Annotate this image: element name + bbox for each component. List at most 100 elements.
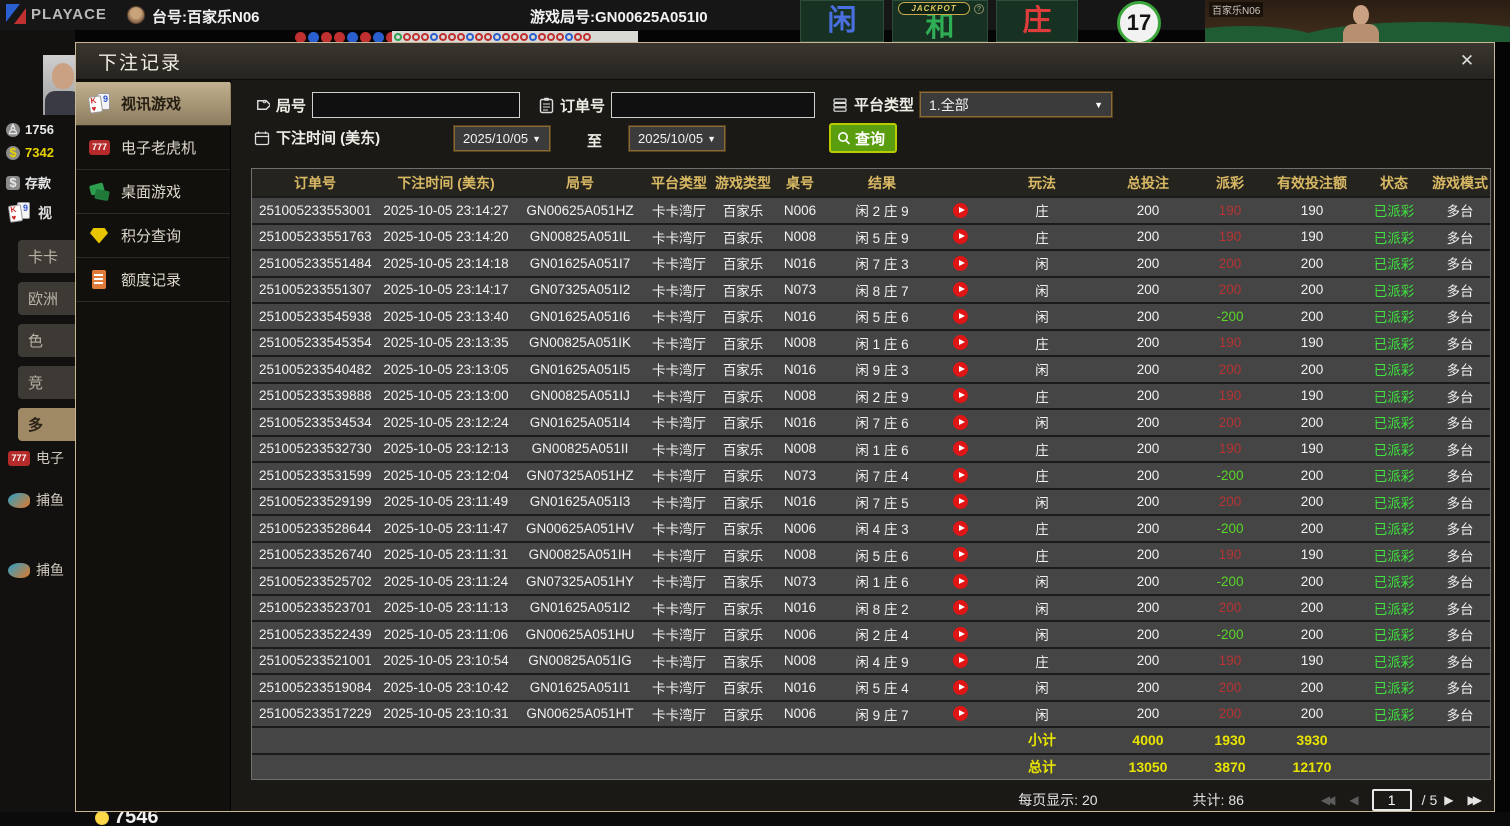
rail-button[interactable]: 色 — [18, 324, 75, 357]
cell-bet-time: 2025-10-05 23:10:42 — [383, 679, 509, 695]
table-row: 251005233551484 2025-10-05 23:14:18 GN01… — [252, 249, 1490, 276]
app-screen: PLAYACE 台号:百家乐N06 游戏局号:GN00625A051I0 闲 和… — [0, 0, 1510, 826]
cell-order-id: 251005233526740 — [259, 547, 372, 563]
replay-icon[interactable] — [938, 467, 982, 483]
last-page-icon[interactable]: ▶▶ — [1468, 793, 1483, 807]
cell-result: 闲 2 庄 9 — [855, 204, 909, 220]
road-ring — [511, 33, 519, 41]
replay-icon[interactable] — [938, 494, 982, 510]
replay-icon[interactable] — [938, 547, 982, 563]
cell-table-no: N008 — [783, 335, 817, 351]
table-row: 251005233539888 2025-10-05 23:13:00 GN00… — [252, 381, 1490, 408]
replay-icon[interactable] — [938, 229, 982, 245]
date-from-picker[interactable]: 2025/10/05 ▼ — [454, 126, 550, 151]
replay-icon[interactable] — [938, 706, 982, 722]
cell-total-bet: 200 — [1136, 388, 1160, 404]
cell-platform: 卡卡湾厅 — [652, 681, 706, 697]
cell-game-mode: 多台 — [1446, 707, 1474, 723]
replay-icon[interactable] — [938, 388, 982, 404]
fish-icon — [8, 492, 30, 508]
cell-order-id: 251005233551763 — [259, 229, 372, 245]
cell-table-no: N008 — [783, 441, 817, 457]
replay-icon[interactable] — [938, 626, 982, 642]
tab-credit-records[interactable]: 额度记录 — [76, 258, 230, 302]
cell-valid-bet: 200 — [1300, 600, 1324, 616]
rail-item-slots[interactable]: 777 电子 — [8, 448, 64, 468]
total-row: 总计 13050 3870 12170 — [252, 752, 1490, 779]
close-icon[interactable]: ✕ — [1456, 50, 1478, 72]
prev-page-icon[interactable]: ◀ — [1349, 793, 1358, 807]
cell-payout: 190 — [1218, 547, 1242, 563]
cell-round-id: GN07325A051I2 — [529, 282, 631, 298]
replay-icon[interactable] — [938, 308, 982, 324]
platform-type-select[interactable]: 1.全部 ▼ — [920, 92, 1113, 117]
bottom-bar: 7546 — [0, 806, 1510, 826]
tab-slots[interactable]: 777 电子老虎机 — [76, 126, 230, 170]
next-page-icon[interactable]: ▶ — [1444, 793, 1453, 807]
rail-item-fishing[interactable]: 捕鱼 — [8, 490, 64, 510]
cell-platform: 卡卡湾厅 — [652, 575, 706, 591]
cell-total-bet: 200 — [1136, 414, 1160, 430]
cell-play-type: 闲 — [1035, 575, 1049, 591]
rail-item-fishing-2[interactable]: 捕鱼 — [8, 560, 64, 580]
table-row: 251005233525702 2025-10-05 23:11:24 GN07… — [252, 567, 1490, 594]
date-range-to-label: 至 — [587, 133, 603, 150]
first-page-icon[interactable]: ◀◀ — [1321, 793, 1336, 807]
order-id-input[interactable] — [611, 92, 816, 118]
cell-valid-bet: 190 — [1300, 335, 1324, 351]
replay-icon[interactable] — [938, 361, 982, 377]
cell-total-bet: 200 — [1136, 573, 1160, 589]
cell-game-mode: 多台 — [1446, 310, 1474, 326]
replay-icon[interactable] — [938, 520, 982, 536]
cell-table-no: N016 — [783, 361, 817, 377]
replay-icon[interactable] — [938, 441, 982, 457]
jackpot-help-icon[interactable]: ? — [974, 4, 984, 14]
road-ring — [556, 33, 564, 41]
cell-payout: 200 — [1218, 255, 1242, 271]
dominoes-icon — [88, 181, 112, 203]
user-avatar[interactable] — [43, 55, 75, 115]
rail-buttons: 卡卡 欧洲色竞多 — [18, 240, 75, 450]
page-number-input[interactable] — [1371, 789, 1412, 811]
cell-bet-time: 2025-10-05 23:11:47 — [383, 520, 509, 536]
tab-table-games[interactable]: 桌面游戏 — [76, 170, 230, 214]
table-row: 251005233540482 2025-10-05 23:13:05 GN01… — [252, 355, 1490, 382]
cell-game-type: 百家乐 — [722, 707, 764, 723]
cell-platform: 卡卡湾厅 — [652, 601, 706, 617]
tab-video-games[interactable]: 9 K ♥ 视讯游戏 — [76, 82, 241, 126]
bet-area-player[interactable]: 闲 — [800, 0, 884, 42]
cell-total-bet: 200 — [1136, 679, 1160, 695]
cell-game-type: 百家乐 — [722, 575, 764, 591]
replay-icon[interactable] — [938, 653, 982, 669]
replay-icon[interactable] — [938, 414, 982, 430]
server-stack-icon — [833, 97, 847, 112]
rail-button[interactable]: 竞 — [18, 366, 75, 399]
cell-platform: 卡卡湾厅 — [652, 654, 706, 670]
cell-round-id: GN00825A051IG — [528, 653, 632, 669]
replay-icon[interactable] — [938, 573, 982, 589]
deposit-button[interactable]: $ 存款 — [6, 173, 51, 192]
rail-button[interactable]: 欧洲 — [18, 282, 75, 315]
tab-points-query[interactable]: 积分查询 — [76, 214, 230, 258]
replay-icon[interactable] — [938, 335, 982, 351]
cell-play-type: 庄 — [1035, 204, 1049, 220]
replay-icon[interactable] — [938, 202, 982, 218]
bet-area-banker[interactable]: 庄 — [996, 0, 1078, 42]
rail-button[interactable]: 卡卡 — [18, 240, 75, 273]
cell-bet-time: 2025-10-05 23:11:31 — [383, 547, 509, 563]
cell-game-mode: 多台 — [1446, 628, 1474, 644]
video-games-rail-item[interactable]: 9 K ♥ 视 — [7, 202, 52, 224]
cell-status: 已派彩 — [1373, 389, 1415, 405]
road-ring — [565, 33, 573, 41]
replay-icon[interactable] — [938, 282, 982, 298]
cell-round-id: GN01625A051I6 — [529, 308, 631, 324]
replay-icon[interactable] — [938, 255, 982, 271]
replay-icon[interactable] — [938, 679, 982, 695]
search-button[interactable]: 查询 — [829, 123, 898, 153]
round-id-input[interactable] — [312, 92, 521, 118]
rail-button[interactable]: 多 — [18, 408, 75, 441]
date-to-picker[interactable]: 2025/10/05 ▼ — [629, 126, 725, 151]
cell-platform: 卡卡湾厅 — [652, 230, 706, 246]
cell-platform: 卡卡湾厅 — [652, 628, 706, 644]
replay-icon[interactable] — [938, 600, 982, 616]
